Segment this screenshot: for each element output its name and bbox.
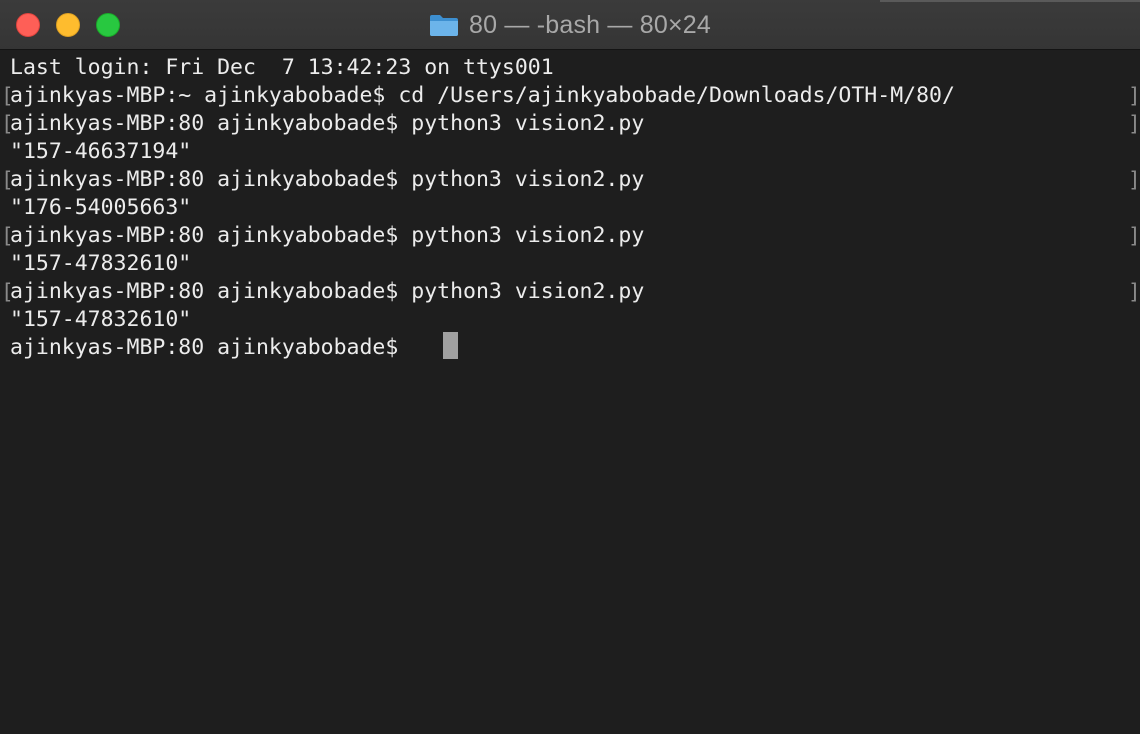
selection-bracket-right: ] [1128,84,1140,108]
window-title-group: 80 — -bash — 80×24 [0,0,1140,50]
terminal-line-command: ajinkyas-MBP:80 ajinkyabobade$ python3 v… [10,111,645,136]
terminal-line-command: ajinkyas-MBP:80 ajinkyabobade$ python3 v… [10,167,645,192]
selection-bracket-right: ] [1128,280,1140,304]
terminal-window: 80 — -bash — 80×24 Last login: Fri Dec 7… [0,0,1140,734]
terminal-prompt[interactable]: ajinkyas-MBP:80 ajinkyabobade$ [10,334,411,362]
selection-bracket-right: ] [1128,168,1140,192]
title-bar[interactable]: 80 — -bash — 80×24 [0,0,1140,50]
folder-icon [429,13,459,37]
terminal-line-login: Last login: Fri Dec 7 13:42:23 on ttys00… [10,55,554,80]
terminal-line-output: "157-47832610" [10,251,192,276]
window-title: 80 — -bash — 80×24 [469,10,711,39]
terminal-line-output: "157-47832610" [10,307,192,332]
text-cursor [443,332,458,359]
terminal-line-command: ajinkyas-MBP:80 ajinkyabobade$ python3 v… [10,279,645,304]
terminal-line-command: ajinkyas-MBP:~ ajinkyabobade$ cd /Users/… [10,83,955,108]
terminal-output[interactable]: Last login: Fri Dec 7 13:42:23 on ttys00… [0,51,1140,734]
selection-bracket-right: ] [1128,112,1140,136]
terminal-line-command: ajinkyas-MBP:80 ajinkyabobade$ python3 v… [10,223,645,248]
terminal-line-output: "176-54005663" [10,195,192,220]
selection-bracket-right: ] [1128,224,1140,248]
terminal-line-output: "157-46637194" [10,139,192,164]
